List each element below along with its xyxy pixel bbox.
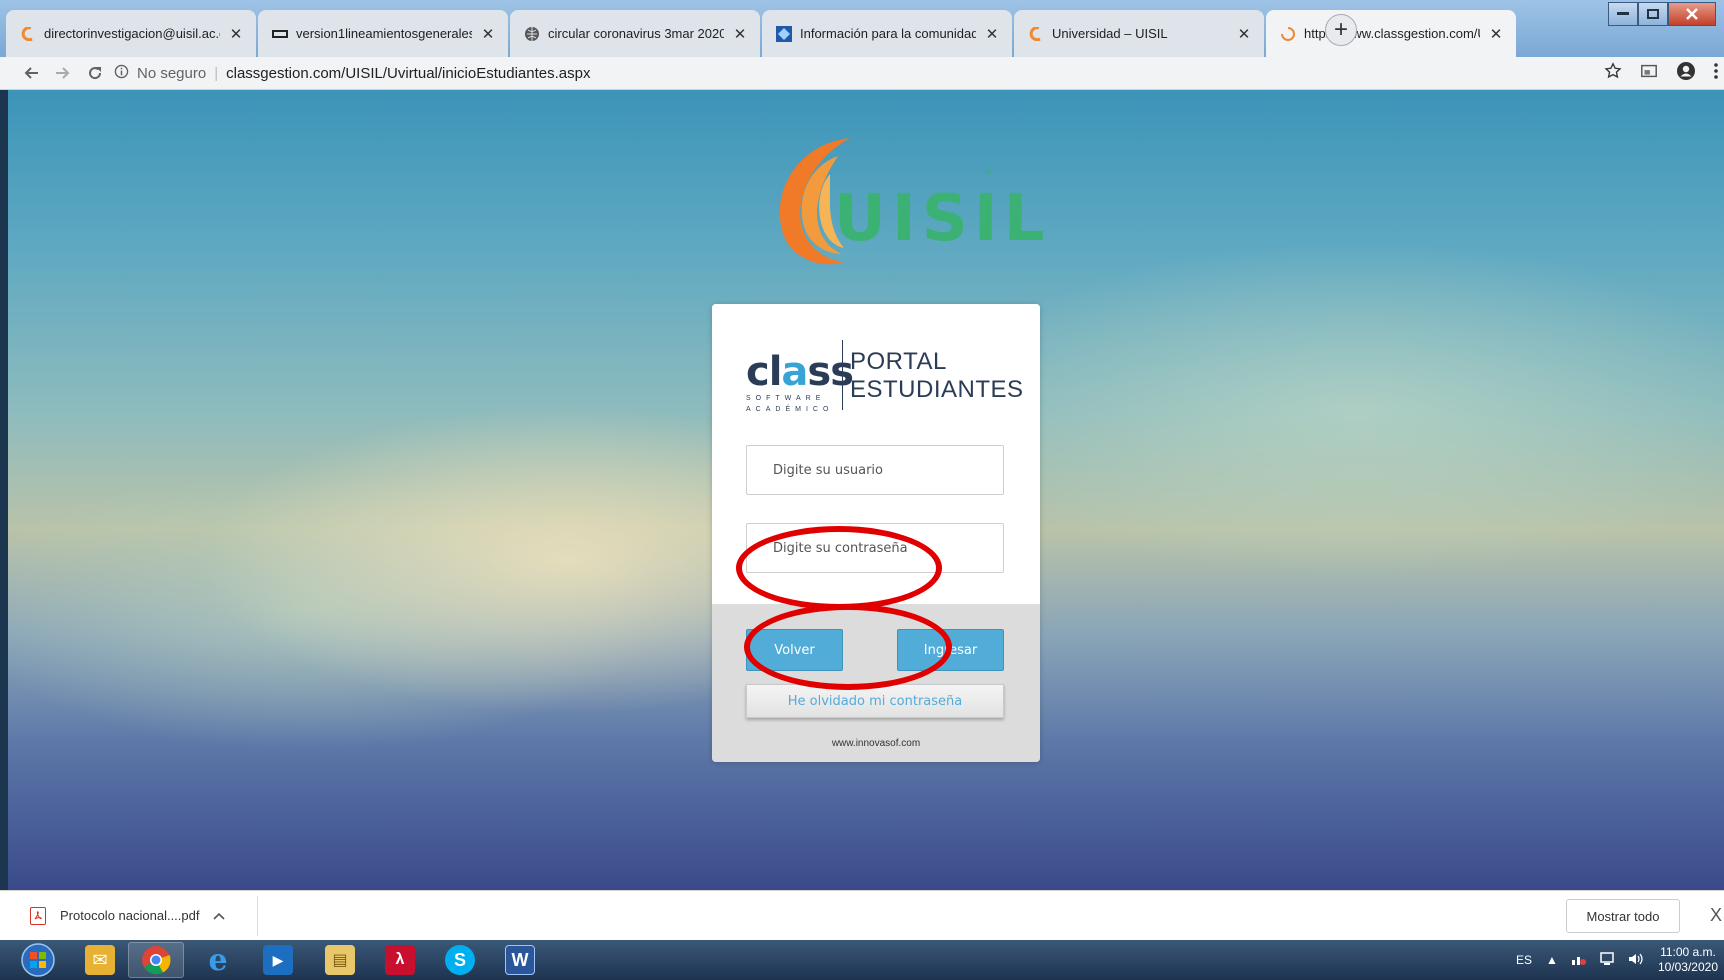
word-icon: W [505,945,535,975]
registered-mark: ● [986,166,992,176]
show-all-downloads-button[interactable]: Mostrar todo [1566,899,1680,933]
class-brand: class [746,352,854,392]
class-sub-academico: ACADÉMICO [746,406,834,413]
class-logo: class SOFTWARE ACADÉMICO [746,352,854,413]
windows-taskbar: ✉ e ▶ ▤ λ S W ES ▲ 11:00 a.m. 10/03/2020 [0,940,1724,980]
browser-tab-strip: directorinvestigacion@uisil.ac.c ✕ versi… [0,0,1724,57]
globe-icon [524,26,540,42]
tab-close-icon[interactable]: ✕ [480,25,496,43]
internet-explorer-icon: e [208,942,228,978]
username-input[interactable] [746,445,1004,495]
login-page: UISIL ● class SOFTWARE ACADÉMICO PORTAL … [8,90,1724,890]
taskbar-word[interactable]: W [492,942,548,978]
tab-title: Universidad – UISIL [1052,26,1168,41]
download-bar: Protocolo nacional....pdf Mostrar todo X [0,890,1724,940]
tab-informacion[interactable]: Información para la comunidad ✕ [762,10,1012,57]
clock-time: 11:00 a.m. [1660,945,1716,959]
toolbar-actions [1604,61,1718,86]
mep-favicon-icon [272,26,288,42]
tab-title: circular coronavirus 3mar 2020- [548,26,724,41]
taskbar-skype[interactable]: S [432,942,488,978]
chevron-up-icon[interactable] [213,908,226,923]
menu-dots-icon[interactable] [1714,63,1718,84]
uisil-favicon-icon [1028,26,1044,42]
outlook-icon: ✉ [85,945,115,975]
download-item[interactable]: Protocolo nacional....pdf [0,895,258,936]
system-tray: ES ▲ 11:00 a.m. 10/03/2020 [1516,940,1718,980]
download-bar-close-icon[interactable]: X [1710,905,1722,926]
volume-icon[interactable] [1628,952,1644,969]
uisil-logo: UISIL ● [758,130,1044,265]
logo-divider [842,340,843,410]
folder-icon: ▤ [325,945,355,975]
bookmark-star-icon[interactable] [1604,62,1622,85]
annotation-circle-password [744,604,952,690]
tab-title: directorinvestigacion@uisil.ac.c [44,26,220,41]
loading-icon [1280,26,1296,42]
taskbar-file-explorer[interactable]: ▤ [312,942,368,978]
language-indicator[interactable]: ES [1516,953,1532,967]
show-hidden-icons-icon[interactable]: ▲ [1546,953,1558,967]
clock-date: 10/03/2020 [1657,960,1718,974]
start-orb-button[interactable] [10,942,66,978]
taskbar-outlook[interactable]: ✉ [72,942,128,978]
taskbar-chrome[interactable] [128,942,184,978]
clock[interactable]: 11:00 a.m. 10/03/2020 [1658,945,1718,975]
annotation-circle-username [736,526,942,610]
minimize-button[interactable] [1608,2,1638,26]
download-filename: Protocolo nacional....pdf [60,908,200,923]
url-text[interactable]: classgestion.com/UISIL/Uvirtual/inicioEs… [226,65,590,82]
tab-title: Información para la comunidad [800,26,976,41]
tab-uisil[interactable]: Universidad – UISIL ✕ [1014,10,1264,57]
tab-close-icon[interactable]: ✕ [732,25,748,43]
window-controls [1608,2,1716,26]
tab-classgestion[interactable]: https://www.classgestion.com/U ✕ [1266,10,1516,57]
new-tab-button[interactable]: + [1325,14,1357,46]
omnibox[interactable]: No seguro | classgestion.com/UISIL/Uvirt… [114,64,590,83]
tab-list: directorinvestigacion@uisil.ac.c ✕ versi… [6,10,1518,57]
maximize-button[interactable] [1638,2,1668,26]
site-favicon-icon [776,25,792,42]
profile-icon[interactable] [1676,61,1696,86]
browser-toolbar: No seguro | classgestion.com/UISIL/Uvirt… [0,57,1724,90]
forgot-password-button[interactable]: He olvidado mi contraseña [746,684,1004,718]
action-center-icon[interactable] [1600,951,1614,969]
chrome-icon [142,946,171,975]
uisil-favicon-icon [20,26,36,42]
skype-icon: S [445,945,475,975]
media-player-icon: ▶ [263,945,293,975]
portal-title-line1: PORTAL [850,348,947,375]
tab-title: version1lineamientosgeneralesc [296,26,472,41]
class-sub-software: SOFTWARE [746,395,826,402]
tab-close-icon[interactable]: ✕ [228,25,244,43]
taskbar-internet-explorer[interactable]: e [190,942,246,978]
info-icon[interactable] [114,64,129,83]
omnibox-divider: | [214,64,219,82]
tab-close-icon[interactable]: ✕ [984,25,1000,43]
tab-close-icon[interactable]: ✕ [1236,25,1252,43]
uisil-brand-text: UISIL [834,182,1051,256]
tab-circular[interactable]: circular coronavirus 3mar 2020- ✕ [510,10,760,57]
tab-close-icon[interactable]: ✕ [1488,25,1504,43]
pdf-file-icon [30,906,46,925]
back-arrow-icon[interactable] [18,60,44,86]
class-brand-text: class [746,349,854,395]
reload-icon[interactable] [82,60,108,86]
network-status-icon[interactable] [1571,953,1586,968]
footer-site-link[interactable]: www.innovasof.com [712,738,1040,749]
portal-title-line2: ESTUDIANTES [850,376,1024,403]
taskbar-media-player[interactable]: ▶ [250,942,306,978]
security-label: No seguro [137,64,207,82]
acrobat-icon: λ [385,945,415,975]
tab-email[interactable]: directorinvestigacion@uisil.ac.c ✕ [6,10,256,57]
windows-start-icon [21,943,55,977]
close-window-button[interactable] [1668,2,1716,26]
taskbar-acrobat[interactable]: λ [372,942,428,978]
tab-lineamientos[interactable]: version1lineamientosgeneralesc ✕ [258,10,508,57]
forward-arrow-icon[interactable] [50,60,76,86]
cast-icon[interactable] [1640,62,1658,85]
